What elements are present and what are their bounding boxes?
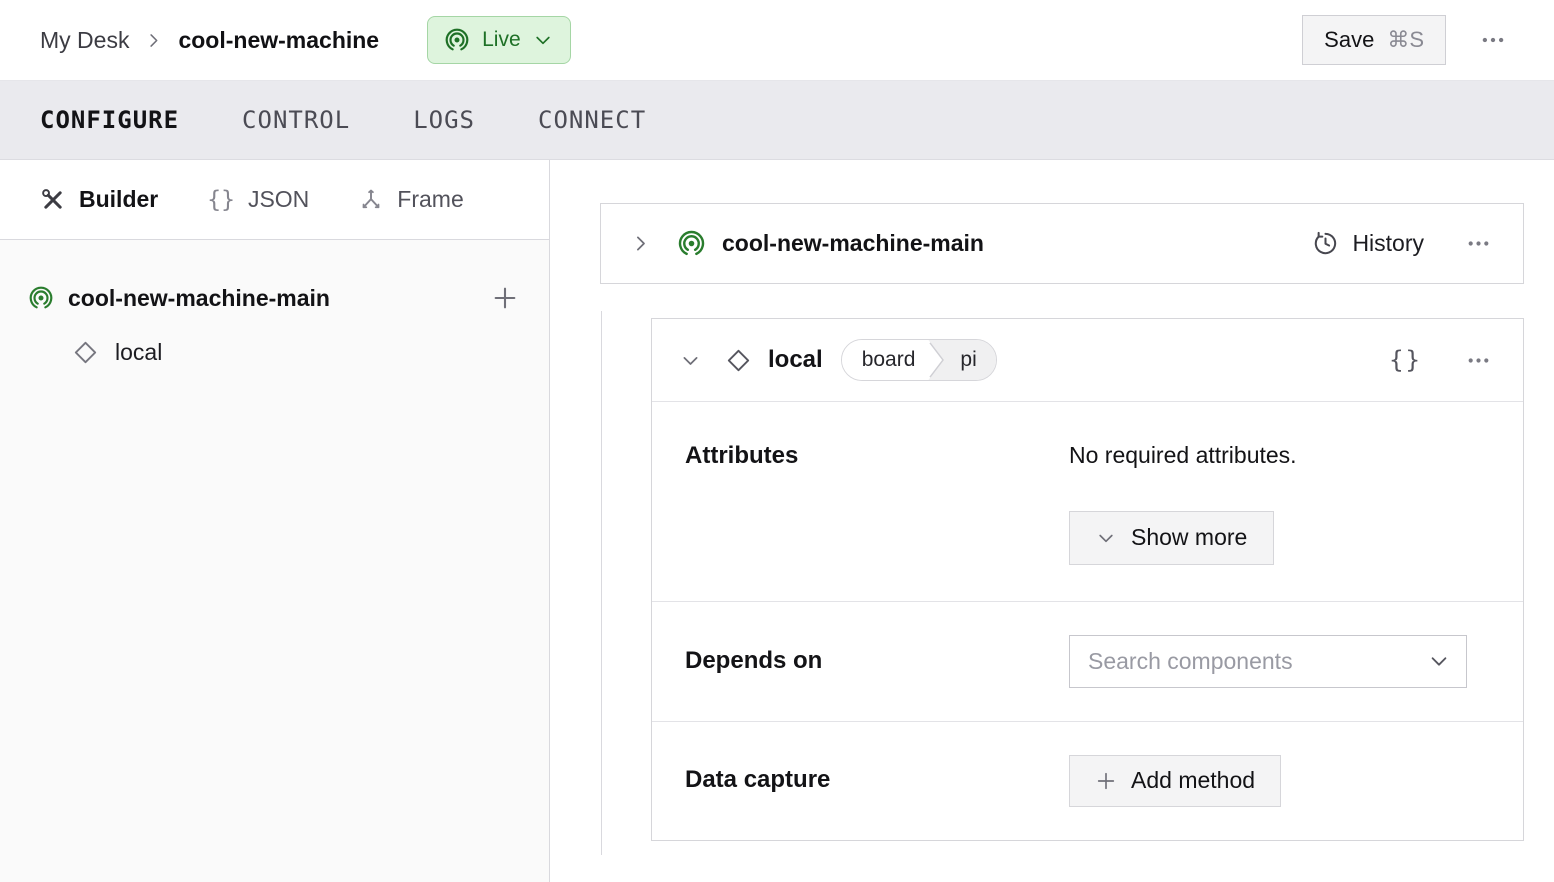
diamond-icon <box>72 339 99 366</box>
attributes-empty-text: No required attributes. <box>1069 442 1493 470</box>
tab-connect[interactable]: CONNECT <box>538 106 646 134</box>
diamond-icon <box>725 347 752 374</box>
clock-history-icon <box>1312 230 1339 257</box>
depends-on-section: Depends on <box>652 601 1523 721</box>
attributes-label: Attributes <box>685 442 1069 471</box>
ellipsis-icon <box>1466 231 1491 256</box>
component-collapse-button[interactable] <box>678 348 703 373</box>
top-bar: My Desk cool-new-machine Live Save ⌘S <box>0 0 1554 81</box>
component-card-header: local board pi {} <box>652 319 1523 401</box>
tree-part-label: cool-new-machine-main <box>68 285 330 312</box>
add-method-button[interactable]: Add method <box>1069 755 1281 807</box>
ellipsis-icon <box>1466 348 1491 373</box>
part-expand-button[interactable] <box>628 231 653 256</box>
broadcast-icon <box>677 229 706 258</box>
broadcast-icon <box>28 285 54 311</box>
save-shortcut: ⌘S <box>1387 27 1424 53</box>
history-label: History <box>1352 230 1424 257</box>
config-sidebar: Builder {} JSON Frame <box>0 160 550 882</box>
component-type: board <box>842 340 929 380</box>
part-card-title: cool-new-machine-main <box>722 230 984 257</box>
json-toggle-button[interactable]: {} <box>1389 346 1422 374</box>
breadcrumb-parent-link[interactable]: My Desk <box>40 27 129 54</box>
tree-indent-guide <box>601 311 602 855</box>
component-card: local board pi {} <box>651 318 1524 841</box>
component-type-badge: board pi <box>841 339 997 381</box>
chevron-down-icon <box>533 30 553 50</box>
sidebar-mode-switch: Builder {} JSON Frame <box>0 160 549 240</box>
breadcrumb: My Desk cool-new-machine <box>40 27 379 54</box>
add-component-button[interactable] <box>491 284 519 312</box>
data-capture-body: Add method <box>1069 755 1493 807</box>
machine-status-dropdown[interactable]: Live <box>427 16 571 64</box>
attributes-section: Attributes No required attributes. Show … <box>652 401 1523 601</box>
chevron-down-icon <box>1428 650 1450 672</box>
machine-tree: cool-new-machine-main local <box>0 240 549 376</box>
tree-component-label: local <box>115 339 162 366</box>
tab-control[interactable]: CONTROL <box>242 106 350 134</box>
component-menu-button[interactable] <box>1460 342 1497 379</box>
mode-json-label: JSON <box>248 186 309 213</box>
mode-frame-label: Frame <box>397 186 463 213</box>
show-more-button[interactable]: Show more <box>1069 511 1274 565</box>
breadcrumb-current: cool-new-machine <box>178 27 379 54</box>
tree-item-machine-part[interactable]: cool-new-machine-main <box>28 274 519 322</box>
machine-nav-tabs: CONFIGURE CONTROL LOGS CONNECT <box>0 81 1554 160</box>
braces-icon: {} <box>207 187 235 213</box>
machine-status-label: Live <box>482 28 521 52</box>
mode-builder-label: Builder <box>79 186 158 213</box>
data-capture-section: Data capture Add method <box>652 721 1523 840</box>
depends-on-body <box>1069 635 1493 688</box>
chevron-down-icon <box>680 350 701 371</box>
save-button[interactable]: Save ⌘S <box>1302 15 1446 65</box>
tools-icon <box>40 187 66 213</box>
sidebar-mode-frame[interactable]: Frame <box>358 186 463 213</box>
sidebar-mode-builder[interactable]: Builder <box>40 186 158 213</box>
ellipsis-icon <box>1480 27 1506 53</box>
depends-on-label: Depends on <box>685 647 1069 676</box>
part-card: cool-new-machine-main History <box>600 203 1524 284</box>
header-menu-button[interactable] <box>1474 21 1512 59</box>
broadcast-icon <box>444 27 470 53</box>
add-method-label: Add method <box>1131 767 1255 794</box>
component-model: pi <box>949 340 995 380</box>
tree-item-component-local[interactable]: local <box>28 328 519 376</box>
tab-logs[interactable]: LOGS <box>413 106 475 134</box>
plus-icon <box>1095 770 1117 792</box>
chevron-down-icon <box>1096 528 1116 548</box>
attributes-body: No required attributes. Show more <box>1069 442 1493 565</box>
sidebar-mode-json[interactable]: {} JSON <box>207 186 309 213</box>
show-more-label: Show more <box>1131 524 1247 551</box>
tab-configure[interactable]: CONFIGURE <box>40 106 179 134</box>
content-area: Builder {} JSON Frame <box>0 160 1554 882</box>
chevron-right-icon <box>630 233 651 254</box>
data-capture-label: Data capture <box>685 766 1069 795</box>
history-button[interactable]: History <box>1312 230 1424 257</box>
plus-icon <box>491 284 519 312</box>
component-title: local <box>768 346 823 374</box>
part-menu-button[interactable] <box>1460 225 1497 262</box>
frame-axes-icon <box>358 187 384 213</box>
config-main-panel: cool-new-machine-main History <box>550 160 1554 882</box>
depends-on-select[interactable] <box>1069 635 1467 688</box>
app-root: My Desk cool-new-machine Live Save ⌘S <box>0 0 1554 882</box>
breadcrumb-chevron-icon <box>144 31 163 50</box>
save-label: Save <box>1324 27 1374 53</box>
badge-chevron-divider <box>928 340 949 380</box>
depends-on-search-input[interactable] <box>1088 648 1428 675</box>
